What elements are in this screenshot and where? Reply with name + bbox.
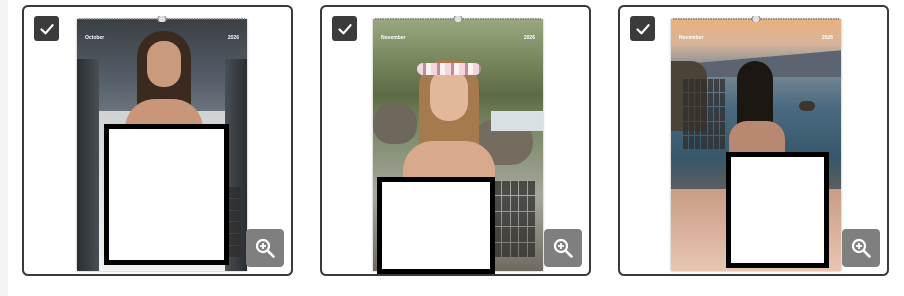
year-label-2: 2026 <box>523 35 535 41</box>
checkmark-icon <box>337 23 352 34</box>
zoom-in-icon <box>553 238 573 258</box>
calendar-gallery: October 2026 November 2026 November 2026 <box>8 0 904 296</box>
calendar-card-1[interactable]: October 2026 <box>22 5 293 276</box>
zoom-in-icon <box>851 238 871 258</box>
select-checkbox-3[interactable] <box>630 16 655 41</box>
spiral-binding-2 <box>375 16 541 22</box>
month-label-3: November <box>679 35 704 41</box>
zoom-button-3[interactable] <box>842 229 880 267</box>
month-label-1: October <box>85 35 105 41</box>
select-checkbox-2[interactable] <box>332 16 357 41</box>
year-label-1: 2026 <box>227 35 239 41</box>
redaction-box <box>726 152 829 268</box>
checkmark-icon <box>39 23 54 34</box>
spiral-binding-3 <box>673 16 839 22</box>
redaction-box <box>104 124 229 265</box>
calendar-card-2[interactable]: November 2026 <box>320 5 591 276</box>
redaction-box <box>377 177 495 274</box>
select-checkbox-1[interactable] <box>34 16 59 41</box>
checkmark-icon <box>635 23 650 34</box>
spiral-binding-1 <box>79 16 245 22</box>
zoom-in-icon <box>255 238 275 258</box>
zoom-button-1[interactable] <box>246 229 284 267</box>
zoom-button-2[interactable] <box>544 229 582 267</box>
calendar-card-3[interactable]: November 2026 <box>618 5 889 276</box>
year-label-3: 2026 <box>821 35 833 41</box>
month-label-2: November <box>381 35 406 41</box>
